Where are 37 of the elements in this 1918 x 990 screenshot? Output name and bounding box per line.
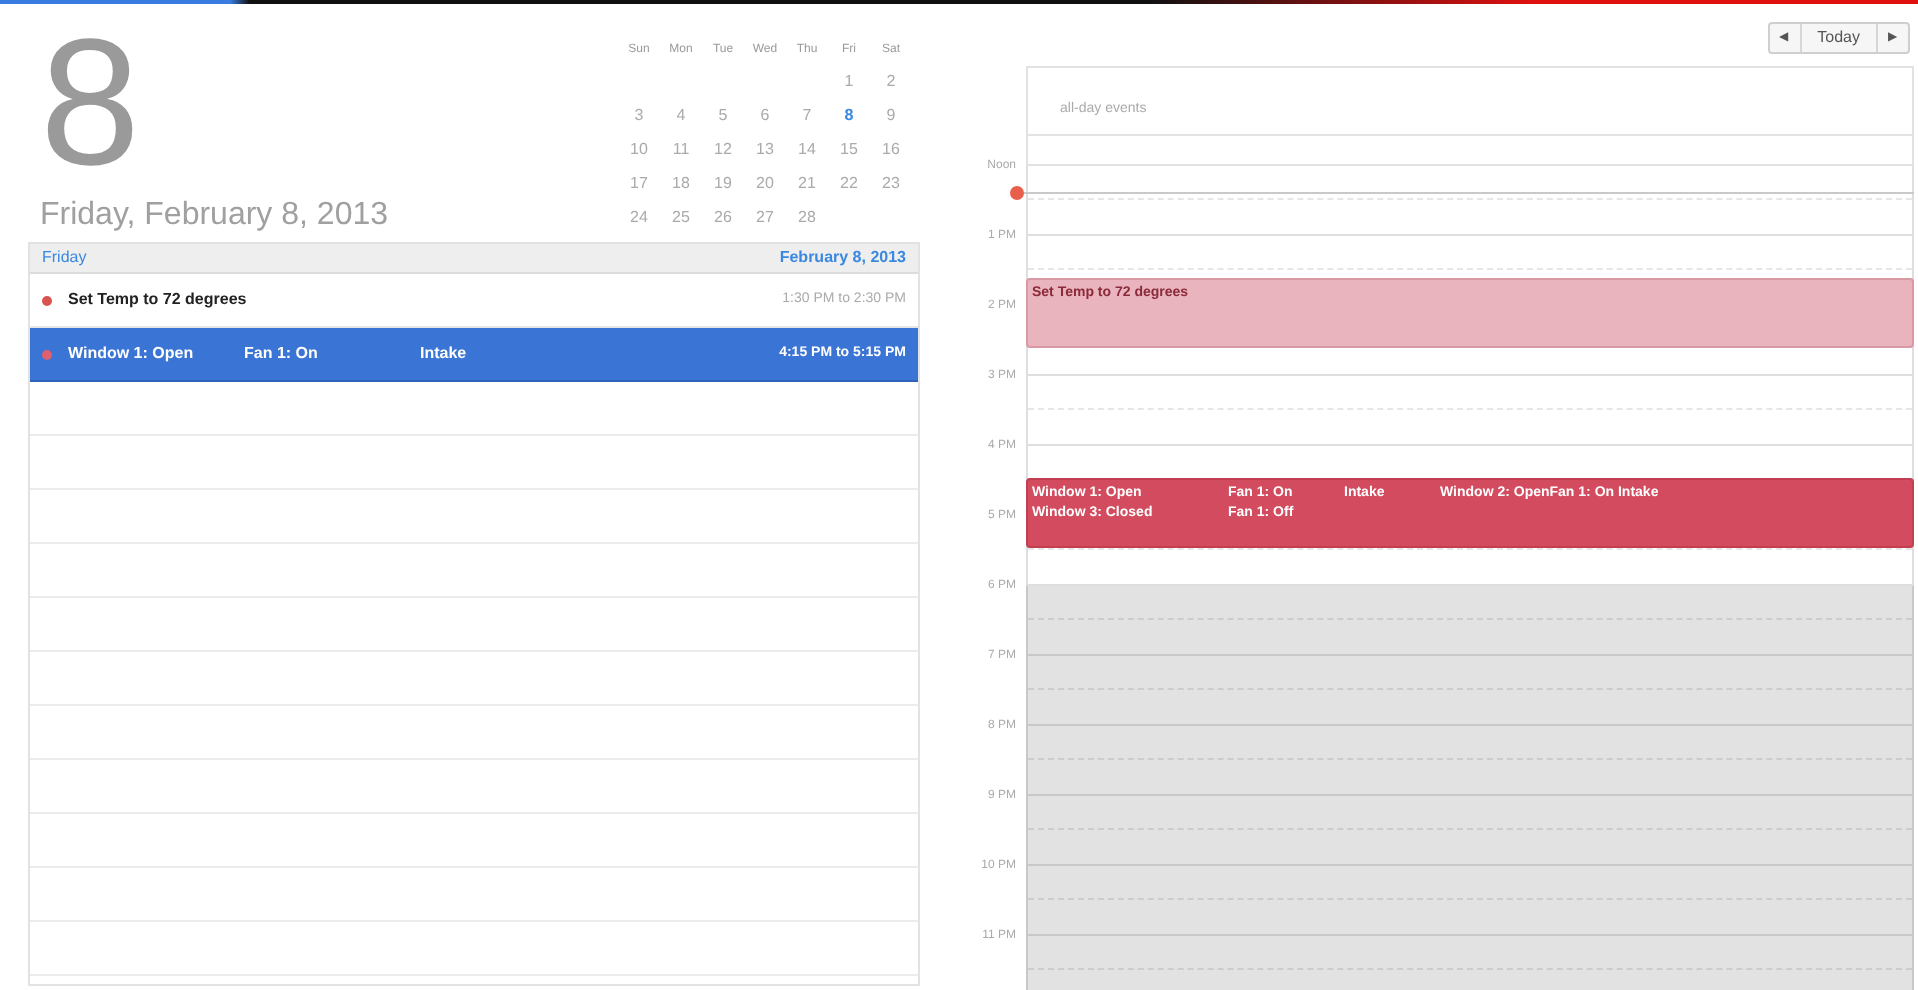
event-title: Window 1: Open (68, 342, 196, 366)
calendar-day[interactable]: 15 (828, 132, 870, 166)
calendar-day[interactable]: 22 (828, 166, 870, 200)
calendar-day[interactable]: 5 (702, 98, 744, 132)
calendar-day[interactable]: 4 (660, 98, 702, 132)
calendar-day[interactable]: 21 (786, 166, 828, 200)
calendar-day[interactable]: 23 (870, 166, 912, 200)
calendar-day[interactable]: 14 (786, 132, 828, 166)
calendar-day[interactable]: 18 (660, 166, 702, 200)
calendar-day[interactable]: 12 (702, 132, 744, 166)
calendar-day[interactable]: 13 (744, 132, 786, 166)
day-number: 8 (40, 24, 141, 184)
calendar-day[interactable]: 19 (702, 166, 744, 200)
today-button[interactable]: Today (1801, 24, 1878, 52)
calendar-day[interactable]: 1 (828, 64, 870, 98)
event-title: Intake (420, 342, 467, 366)
calendar-day[interactable]: 7 (786, 98, 828, 132)
calendar-day[interactable]: 24 (618, 200, 660, 234)
calendar-day[interactable]: 17 (618, 166, 660, 200)
calendar-day[interactable]: 28 (786, 200, 828, 234)
event-title: Set Temp to 72 degrees (68, 288, 244, 312)
calendar-day[interactable]: 25 (660, 200, 702, 234)
calendar-day[interactable]: 20 (744, 166, 786, 200)
calendar-day[interactable]: 8 (828, 98, 870, 132)
calendar-day[interactable]: 10 (618, 132, 660, 166)
date-title: Friday, February 8, 2013 (40, 196, 389, 236)
event-title: Fan 1: On (244, 342, 320, 366)
list-header-date: February 8, 2013 (779, 246, 906, 270)
calendar-day[interactable]: 16 (870, 132, 912, 166)
calendar-day[interactable]: 26 (702, 200, 744, 234)
list-header-day: Friday (42, 246, 87, 270)
calendar-day[interactable]: 11 (660, 132, 702, 166)
calendar-day[interactable]: 9 (870, 98, 912, 132)
calendar-day[interactable]: 6 (744, 98, 786, 132)
calendar-day[interactable]: 27 (744, 200, 786, 234)
calendar-day[interactable]: 2 (870, 64, 912, 98)
calendar-day[interactable]: 3 (618, 98, 660, 132)
